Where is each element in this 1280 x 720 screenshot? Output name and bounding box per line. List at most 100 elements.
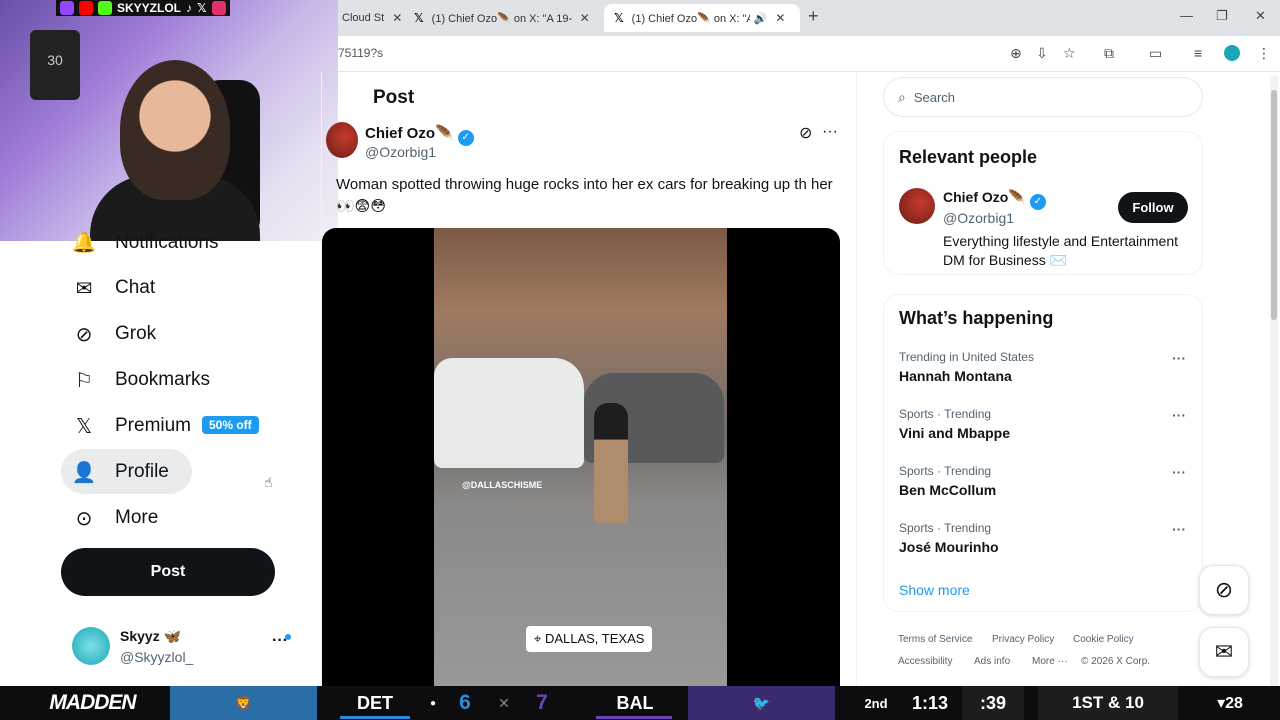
white-suv [434, 358, 584, 468]
home-team: DET [357, 692, 393, 713]
video-location-tag: ⌖ DALLAS, TEXAS [526, 626, 653, 652]
mail-icon: ✉ [1214, 639, 1234, 664]
url-text[interactable]: 75119?s [338, 46, 383, 60]
footer-privacy-link[interactable]: Privacy Policy [992, 634, 1054, 645]
play-clock: :39 [962, 686, 1024, 720]
tab-chief-ozo-active[interactable]: 𝕏 (1) Chief Ozo🪶 on X: "A W 🔊 ✕ [604, 4, 800, 32]
maximize-icon[interactable]: ❐ [1216, 8, 1228, 24]
divider [856, 72, 857, 686]
post-video[interactable]: @DALLASCHISME ⌖ DALLAS, TEXAS [322, 228, 840, 686]
twitch-icon [60, 1, 74, 15]
author-name[interactable]: Chief Ozo🪶 ✓ [365, 124, 474, 146]
media-icon[interactable]: ≡ [1194, 45, 1202, 61]
nav-grok[interactable]: ⊘ Grok [72, 314, 157, 354]
home-score: 6 [459, 691, 471, 714]
nav-profile[interactable]: 👤 Profile [72, 452, 169, 492]
nav-label: Bookmarks [115, 369, 211, 390]
account-avatar[interactable] [72, 627, 110, 665]
footer-more-link[interactable]: More ··· [1032, 656, 1068, 667]
game-clock: 1:13 [911, 692, 949, 713]
close-icon[interactable]: ✕ [392, 11, 402, 25]
jersey-number: 30 [47, 52, 63, 68]
extensions-icon[interactable]: ⧉ [1104, 45, 1114, 62]
card-title: Relevant people [899, 147, 1038, 167]
footer-terms-link[interactable]: Terms of Service [898, 634, 972, 645]
grok-icon[interactable]: ⊘ [799, 123, 812, 143]
nav-chat[interactable]: ✉ Chat [72, 268, 156, 308]
tab-label: (1) Chief Ozo🪶 on X: "A W [631, 12, 750, 25]
window-close-icon[interactable]: ✕ [1255, 8, 1266, 24]
relevant-person-avatar[interactable] [899, 188, 935, 224]
jersey: 30 [30, 30, 80, 100]
cast-icon[interactable]: ▭ [1149, 45, 1162, 62]
scrollbar-thumb[interactable] [1271, 90, 1277, 320]
footer-accessibility-link[interactable]: Accessibility [898, 656, 952, 667]
premium-discount-badge[interactable]: 50% off [202, 416, 259, 434]
more-options-icon[interactable]: ··· [822, 123, 838, 141]
relevant-person-handle[interactable]: @Ozorbig1 [943, 210, 1014, 226]
follow-button[interactable]: Follow [1118, 192, 1188, 223]
footer-ads-link[interactable]: Ads info [974, 656, 1010, 667]
lions-logo-icon: 🦁 [170, 686, 317, 720]
profile-avatar-icon[interactable] [1224, 45, 1240, 61]
zoom-icon[interactable]: ⊕ [1010, 45, 1022, 62]
trend-name[interactable]: Hannah Montana [899, 368, 1012, 384]
install-icon[interactable]: ⇩ [1036, 45, 1048, 62]
author-handle[interactable]: @Ozorbig1 [365, 144, 436, 160]
relevant-person-name-text: Chief Ozo🪶 [943, 189, 1026, 205]
youtube-icon [79, 1, 93, 15]
nav-label: Chat [115, 277, 156, 298]
notification-dot [285, 634, 291, 640]
more-circle-icon: ⊙ [75, 507, 93, 530]
account-handle[interactable]: @Skyyzlol_ [120, 649, 193, 665]
nav-label: Profile [115, 461, 169, 482]
woman-figure [594, 403, 628, 523]
trend-name[interactable]: Ben McCollum [899, 482, 996, 498]
video-frame[interactable]: @DALLASCHISME ⌖ DALLAS, TEXAS [434, 228, 727, 686]
home-team-underline [340, 716, 410, 719]
tab-chief-ozo-1[interactable]: 𝕏 (1) Chief Ozo🪶 on X: "A 19-ye ✕ [404, 4, 602, 32]
account-name[interactable]: Skyyz 🦋 [120, 628, 181, 645]
tab-partial[interactable]: Cloud St ✕ [332, 4, 402, 32]
grok-fab[interactable]: ⊘ [1199, 565, 1249, 615]
minimize-icon[interactable]: — [1180, 8, 1193, 23]
yard-line: ▾28 [1217, 695, 1243, 712]
bookmark-icon: ⚐ [75, 369, 93, 392]
social-bar: SKYYZLOL ♪ 𝕏 [56, 0, 230, 16]
location-text: DALLAS, TEXAS [544, 631, 645, 646]
madden-logo: MADDEN [49, 691, 136, 714]
trend-name[interactable]: Vini and Mbappe [899, 425, 1010, 441]
close-icon[interactable]: ✕ [775, 11, 785, 25]
x-logo-icon: 𝕏 [75, 415, 93, 438]
person-icon: 👤 [71, 461, 97, 484]
trend-more-icon[interactable]: ··· [1172, 521, 1186, 537]
relevant-person-name[interactable]: Chief Ozo🪶 ✓ [943, 189, 1046, 210]
search-input[interactable]: ⌕ Search [883, 77, 1203, 117]
trend-more-icon[interactable]: ··· [1172, 407, 1186, 423]
footer-cookie-link[interactable]: Cookie Policy [1073, 634, 1134, 645]
new-tab-icon[interactable]: + [808, 6, 819, 27]
author-avatar[interactable] [326, 122, 358, 158]
star-icon[interactable]: ☆ [1063, 45, 1076, 62]
nav-more[interactable]: ⊙ More [72, 498, 159, 538]
trend-more-icon[interactable]: ··· [1172, 464, 1186, 480]
card-title: What’s happening [899, 308, 1054, 328]
away-team: BAL [616, 692, 654, 713]
trend-name[interactable]: José Mourinho [899, 539, 999, 555]
trend-meta: Trending in United States [899, 350, 1034, 364]
show-more-link[interactable]: Show more [899, 582, 970, 598]
close-icon[interactable]: ✕ [580, 11, 590, 25]
nav-bookmarks[interactable]: ⚐ Bookmarks [72, 360, 210, 400]
speaker-icon[interactable]: 🔊 [754, 12, 768, 25]
post-button[interactable]: Post [61, 548, 275, 596]
trend-more-icon[interactable]: ··· [1172, 350, 1186, 366]
messages-fab[interactable]: ✉ [1199, 627, 1249, 677]
nav-premium[interactable]: 𝕏 Premium [72, 406, 191, 446]
nav-notifications[interactable]: 🔔 Notifications [72, 224, 219, 254]
kick-icon [98, 1, 112, 15]
relevant-person-bio: Everything lifestyle and Entertainment D… [943, 233, 1179, 268]
streamer-face [120, 60, 230, 200]
menu-dots-icon[interactable]: ⋮ [1257, 45, 1271, 62]
game-scoreboard: MADDEN 🦁 DET ● 6 ✕ 7 BAL 🐦 2nd 1:13 :39 … [0, 686, 1280, 720]
search-placeholder: Search [913, 89, 956, 105]
